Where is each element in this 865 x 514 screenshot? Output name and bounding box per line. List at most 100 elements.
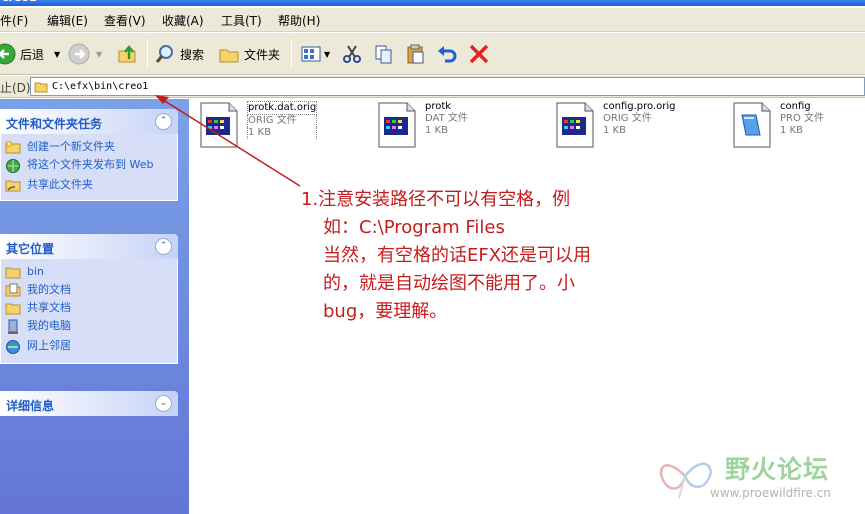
copy-button[interactable] — [373, 39, 395, 69]
details-panel-header[interactable]: 详细信息 ⌄ — [0, 391, 178, 416]
toolbar-separator — [147, 39, 148, 69]
file-meta: config PRO 文件 1 KB — [780, 101, 824, 149]
menu-view[interactable]: 查看(V) — [104, 12, 146, 29]
toolbar: 后退 ▼ ▼ 搜索 文件夹 ▼ — [0, 33, 865, 75]
task-label: 创建一个新文件夹 — [27, 140, 115, 153]
paste-icon — [407, 44, 424, 64]
my-documents-icon — [5, 283, 21, 297]
network-icon — [6, 340, 20, 354]
watermark-text: 野火论坛 — [725, 455, 830, 484]
tasks-panel-title: 文件和文件夹任务 — [6, 117, 103, 131]
forward-dropdown-icon[interactable]: ▼ — [96, 50, 102, 59]
file-type: DAT 文件 — [425, 113, 468, 124]
forward-button[interactable]: ▼ — [68, 39, 102, 69]
views-icon — [301, 46, 321, 62]
file-size: 1 KB — [247, 127, 318, 139]
new-folder-icon — [5, 141, 21, 154]
undo-button[interactable] — [436, 39, 458, 69]
task-share-folder[interactable]: 共享此文件夹 — [1, 176, 177, 194]
annotation-note: 1.注意安装路径不可以有空格，例 如：C:\Program Files 当然，有… — [301, 186, 641, 326]
up-folder-button[interactable] — [117, 39, 139, 69]
collapse-up-icon[interactable]: ⌃ — [155, 113, 172, 130]
task-label: 将这个文件夹发布到 Web — [27, 158, 154, 171]
file-item[interactable]: config.pro.orig ORIG 文件 1 KB — [555, 101, 676, 149]
back-button[interactable]: 后退 ▼ — [0, 39, 60, 69]
delete-button[interactable] — [468, 39, 490, 69]
address-input[interactable]: C:\efx\bin\creo1 — [30, 77, 865, 96]
menu-tools[interactable]: 工具(T) — [221, 12, 262, 29]
file-item[interactable]: protk DAT 文件 1 KB — [377, 101, 468, 149]
delete-x-icon — [469, 44, 489, 64]
file-meta: protk DAT 文件 1 KB — [425, 101, 468, 149]
address-path: C:\efx\bin\creo1 — [52, 81, 149, 92]
search-label: 搜索 — [180, 47, 205, 62]
tasks-panel-header[interactable]: 文件和文件夹任务 ⌃ — [0, 109, 178, 134]
collapse-up-icon[interactable]: ⌃ — [155, 238, 172, 255]
place-network[interactable]: 网上邻居 — [1, 337, 177, 357]
menu-favorites[interactable]: 收藏(A) — [162, 12, 204, 29]
file-size: 1 KB — [425, 125, 448, 136]
file-type: ORIG 文件 — [247, 115, 318, 127]
views-button[interactable]: ▼ — [300, 39, 330, 69]
task-pane: 文件和文件夹任务 ⌃ 创建一个新文件夹 将这个文件夹发布到 Web 共享此文件夹… — [0, 99, 189, 514]
back-dropdown-icon[interactable]: ▼ — [54, 50, 60, 59]
search-icon — [155, 45, 173, 63]
folder-icon — [34, 82, 48, 92]
orig-file-icon — [200, 102, 238, 148]
place-my-computer[interactable]: 我的电脑 — [1, 317, 177, 337]
place-my-documents[interactable]: 我的文档 — [1, 281, 177, 299]
details-panel: 详细信息 ⌄ — [0, 391, 178, 416]
share-folder-icon — [5, 180, 21, 192]
place-label: bin — [27, 265, 45, 278]
file-name: protk — [425, 101, 452, 112]
annotation-line: 如：C:\Program Files — [323, 217, 505, 238]
window-title-bar: creo1 — [0, 0, 865, 6]
file-name: protk.dat.orig — [247, 101, 318, 115]
place-label: 我的电脑 — [27, 319, 71, 332]
butterfly-logo-icon — [659, 462, 712, 499]
file-item[interactable]: protk.dat.orig ORIG 文件 1 KB — [199, 101, 318, 149]
my-computer-icon — [8, 319, 18, 334]
menu-help[interactable]: 帮助(H) — [278, 12, 320, 29]
annotation-line: 当然，有空格的话EFX还是可以用 — [323, 245, 592, 266]
place-bin[interactable]: bin — [1, 263, 177, 281]
places-panel: 其它位置 ⌃ bin 我的文档 共享文档 我的电脑 网上邻居 — [0, 234, 178, 364]
paste-button[interactable] — [405, 39, 427, 69]
places-panel-header[interactable]: 其它位置 ⌃ — [0, 234, 178, 259]
menu-file[interactable]: 件(F) — [0, 12, 28, 29]
undo-icon — [438, 46, 457, 63]
watermark-url: www.proewildfire.cn — [710, 486, 831, 500]
file-name: config — [780, 101, 811, 112]
forward-arrow-icon — [68, 43, 90, 65]
dat-file-icon — [378, 102, 416, 148]
expand-down-icon[interactable]: ⌄ — [155, 395, 172, 412]
up-folder-icon — [118, 45, 136, 63]
site-watermark: 野火论坛 www.proewildfire.cn — [655, 446, 860, 508]
task-new-folder[interactable]: 创建一个新文件夹 — [1, 138, 177, 156]
place-shared-docs[interactable]: 共享文档 — [1, 299, 177, 317]
task-publish-web[interactable]: 将这个文件夹发布到 Web — [1, 156, 177, 176]
cut-button[interactable] — [341, 39, 363, 69]
publish-web-icon — [6, 159, 20, 173]
scissors-icon — [343, 45, 361, 63]
shared-docs-icon — [5, 303, 21, 315]
file-item[interactable]: config PRO 文件 1 KB — [732, 101, 824, 149]
file-size: 1 KB — [780, 125, 803, 136]
menu-bar: 件(F) 编辑(E) 查看(V) 收藏(A) 工具(T) 帮助(H) — [0, 8, 865, 32]
search-button[interactable]: 搜索 — [154, 39, 204, 69]
back-label: 后退 — [20, 47, 45, 62]
file-meta: protk.dat.orig ORIG 文件 1 KB — [247, 101, 318, 149]
copy-icon — [375, 45, 392, 64]
folders-button[interactable]: 文件夹 — [218, 39, 280, 69]
tasks-panel-body: 创建一个新文件夹 将这个文件夹发布到 Web 共享此文件夹 — [0, 134, 178, 201]
menu-edit[interactable]: 编辑(E) — [47, 12, 88, 29]
place-label: 网上邻居 — [27, 339, 71, 352]
back-arrow-icon — [0, 43, 16, 65]
file-type: PRO 文件 — [780, 113, 825, 124]
annotation-line: 1.注意安装路径不可以有空格，例 — [301, 189, 571, 210]
folders-icon — [219, 49, 239, 63]
views-dropdown-icon[interactable]: ▼ — [324, 50, 330, 59]
places-panel-body: bin 我的文档 共享文档 我的电脑 网上邻居 — [0, 259, 178, 364]
window-title: creo1 — [2, 0, 37, 4]
task-label: 共享此文件夹 — [27, 178, 93, 191]
